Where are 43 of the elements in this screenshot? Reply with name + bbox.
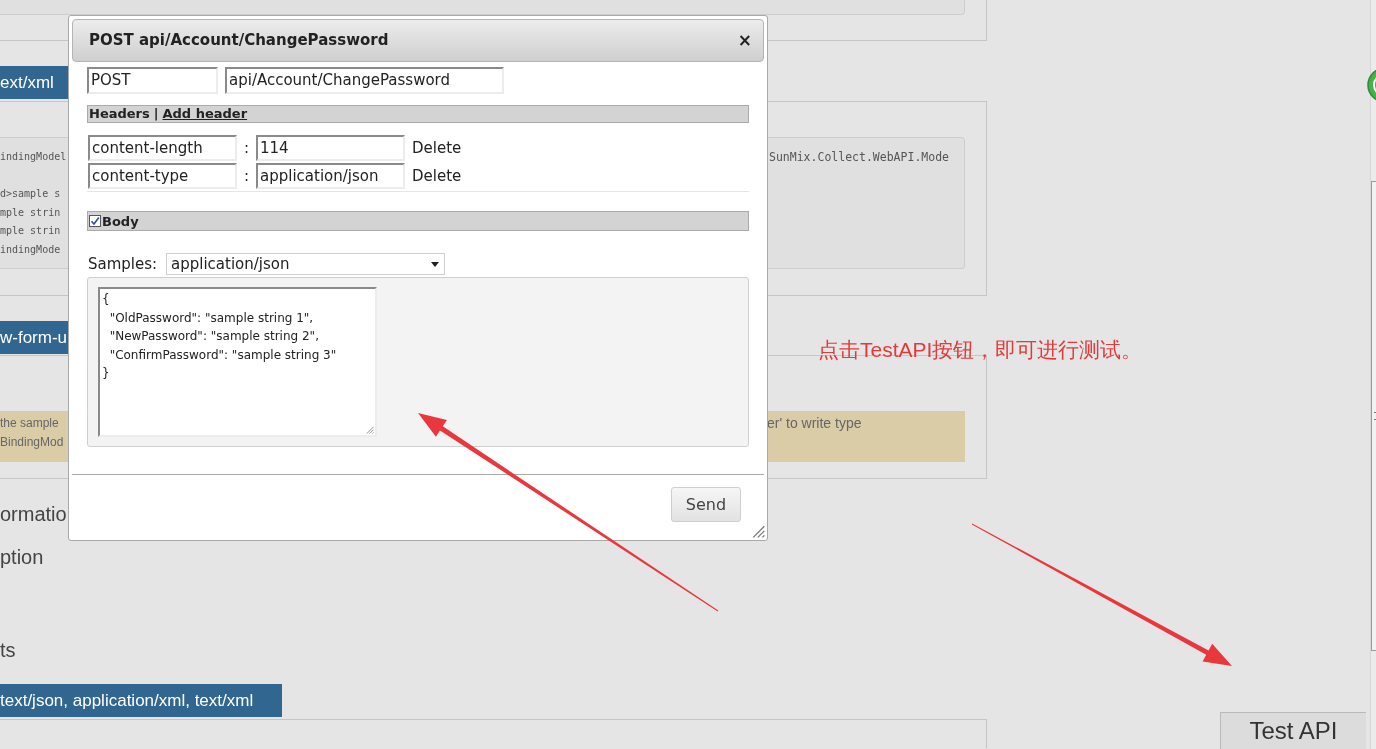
content-type-badge: ext/xml — [0, 66, 68, 99]
content-type-badge: text/json, application/xml, text/xml — [0, 684, 282, 717]
delete-link[interactable]: Delete — [412, 164, 462, 188]
send-button[interactable]: Send — [671, 487, 741, 522]
resize-grip-icon[interactable] — [752, 525, 765, 538]
test-api-button[interactable]: Test API — [1220, 712, 1366, 749]
body-textarea[interactable]: { "OldPassword": "sample string 1", "NewPassword": "sample string 2", "ConfirmPassword": "sample string 3" } — [98, 287, 377, 437]
code-line: indingMode — [0, 242, 61, 257]
header-name-field[interactable]: content-length — [88, 135, 237, 161]
header-value-field[interactable]: 114 — [256, 135, 405, 161]
resize-grip-icon[interactable] — [366, 426, 374, 434]
colon-text: : — [243, 165, 250, 187]
note-text: BindingMod — [0, 434, 64, 451]
separator-text: | — [153, 105, 159, 124]
colon-text: : — [243, 137, 250, 159]
scrollbar-thumb[interactable] — [1371, 181, 1376, 651]
header-name-field[interactable]: content-type — [88, 163, 237, 189]
section-label: ption — [0, 545, 44, 570]
url-field[interactable]: api/Account/ChangePassword — [225, 67, 504, 94]
method-field[interactable]: POST — [87, 67, 218, 94]
samples-label: Samples: — [88, 253, 159, 275]
annotation-text: 点击TestAPI按钮，即可进行测试。 — [818, 337, 1143, 363]
samples-select[interactable]: application/json — [166, 253, 445, 275]
code-line: mple strin — [0, 205, 61, 220]
body-label: Body — [102, 214, 139, 229]
header-value-field[interactable]: application/json — [256, 163, 405, 189]
headers-label: Headers — [89, 105, 150, 124]
body-checkbox[interactable] — [89, 215, 101, 227]
note-text: the sample — [0, 415, 59, 432]
content-type-badge: w-form-u — [0, 321, 68, 354]
delete-link[interactable]: Delete — [412, 136, 462, 160]
code-line: d>sample s — [0, 187, 61, 201]
section-heading: ormatio — [0, 502, 67, 527]
caret-icon — [431, 261, 439, 267]
round-widget-icon[interactable] — [1366, 67, 1376, 103]
code-line: SunMix.Collect.WebAPI.Mode — [769, 149, 949, 166]
add-header-link[interactable]: Add header — [162, 104, 248, 124]
code-line: mple strin — [0, 224, 61, 238]
code-line: indingModel — [0, 150, 67, 164]
dialog-title: POST api/Account/ChangePassword — [89, 30, 389, 52]
section-label: ts — [0, 638, 16, 663]
note-text: er' to write type — [767, 414, 862, 433]
close-button[interactable]: × — [735, 32, 754, 49]
